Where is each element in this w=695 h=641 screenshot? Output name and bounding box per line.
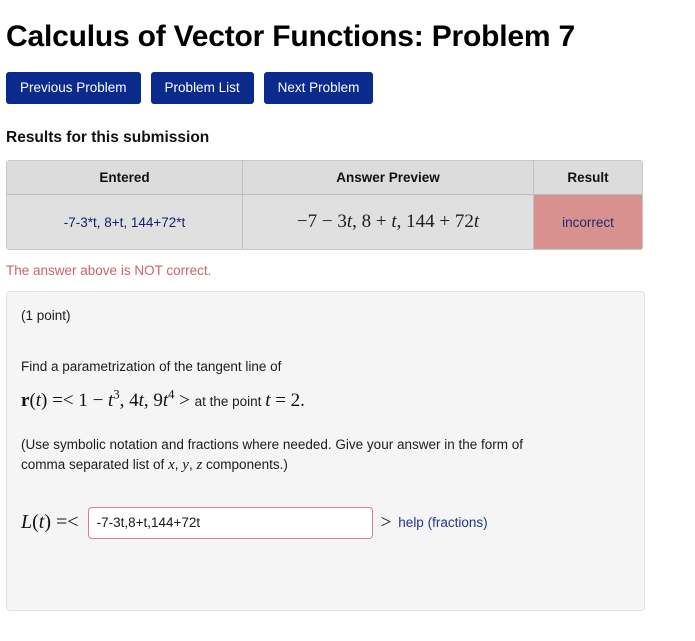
page-title: Calculus of Vector Functions: Problem 7	[6, 20, 575, 53]
answer-entry-row: L(t) =< > help (fractions)	[21, 506, 626, 539]
answer-input[interactable]	[87, 506, 373, 539]
problem-navigation: Previous Problem Problem List Next Probl…	[0, 55, 695, 104]
answer-label-equals-angle: ) =<	[44, 511, 79, 534]
preview-term-1-coefficient: −7 − 3	[296, 211, 347, 232]
formula-component-2-coefficient: , 4	[119, 389, 139, 411]
results-table: Entered Answer Preview Result -7-3*t, 8+…	[6, 160, 643, 250]
results-table-wrapper: Entered Answer Preview Result -7-3*t, 8+…	[0, 147, 695, 250]
problem-prompt: Find a parametrization of the tangent li…	[21, 359, 282, 374]
formula-component-1-coefficient: 1 −	[78, 389, 109, 411]
column-header-entered: Entered	[7, 161, 243, 195]
formula-tail-value: = 2.	[270, 389, 305, 411]
vector-function-formula: r(t) =< 1 − t3, 4t, 9t4 > at the point t…	[21, 388, 626, 414]
formula-angle-close: >	[174, 389, 195, 411]
problem-list-button[interactable]: Problem List	[150, 71, 254, 104]
answer-label: L(t) =<	[21, 511, 79, 534]
point-value-label: (1 point)	[21, 308, 71, 323]
table-header-row: Entered Answer Preview Result	[7, 161, 642, 195]
cell-answer-preview: −7 − 3t, 8 + t, 144 + 72t	[243, 195, 534, 249]
next-problem-button[interactable]: Next Problem	[263, 71, 374, 104]
formula-tail-text: at the point	[194, 393, 266, 409]
problem-page: Calculus of Vector Functions: Problem 7 …	[0, 0, 695, 641]
answer-label-paren-open: (	[32, 511, 39, 534]
help-fractions-link[interactable]: help (fractions)	[398, 515, 487, 530]
table-row: -7-3*t, 8+t, 144+72*t −7 − 3t, 8 + t, 14…	[7, 195, 642, 249]
column-header-result: Result	[534, 161, 642, 195]
preview-term-3-variable: t	[473, 211, 480, 232]
formula-equals-angle-open: =<	[47, 389, 79, 411]
problem-instructions: (Use symbolic notation and fractions whe…	[21, 435, 626, 476]
answer-angle-close: >	[380, 511, 392, 533]
instructions-line-2-prefix: comma separated list of	[21, 456, 169, 472]
preview-term-3-coefficient: , 144 + 72	[396, 211, 474, 232]
instructions-line-1: (Use symbolic notation and fractions whe…	[21, 437, 523, 453]
cell-entered-answer: -7-3*t, 8+t, 144+72*t	[7, 195, 243, 249]
answer-label-function: L	[21, 511, 33, 534]
instructions-variable-x: x	[168, 456, 175, 473]
problem-panel: (1 point) Find a parametrization of the …	[6, 291, 645, 611]
instructions-line-2-suffix: components.)	[202, 456, 288, 472]
answer-status-message: The answer above is NOT correct.	[6, 263, 212, 278]
results-heading: Results for this submission	[6, 129, 210, 146]
status-badge: incorrect	[534, 195, 642, 249]
column-header-answer-preview: Answer Preview	[243, 161, 534, 195]
preview-term-2-coefficient: , 8 +	[352, 211, 392, 232]
previous-problem-button[interactable]: Previous Problem	[6, 71, 141, 104]
instructions-variable-y: y	[182, 456, 189, 473]
formula-component-3-coefficient: , 9	[143, 389, 163, 411]
